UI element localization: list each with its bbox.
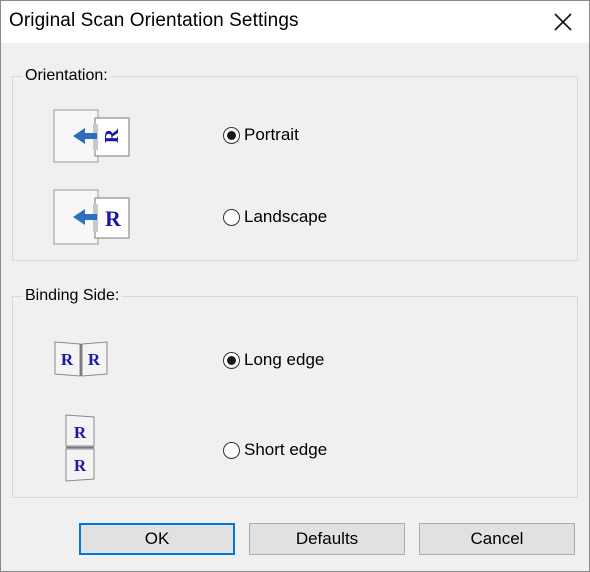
long-edge-glyph-right: R bbox=[88, 350, 101, 369]
cancel-button[interactable]: Cancel bbox=[419, 523, 575, 555]
defaults-button[interactable]: Defaults bbox=[249, 523, 405, 555]
ok-button[interactable]: OK bbox=[79, 523, 235, 555]
landscape-radio[interactable]: Landscape bbox=[223, 207, 327, 227]
short-edge-radio[interactable]: Short edge bbox=[223, 440, 327, 460]
svg-text:R: R bbox=[74, 456, 87, 475]
title-bar: Original Scan Orientation Settings bbox=[1, 1, 589, 43]
long-edge-radio-dot bbox=[227, 355, 236, 365]
short-edge-glyph-top: R bbox=[74, 423, 87, 442]
short-edge-binding-icon: R R bbox=[63, 413, 99, 488]
svg-text:R: R bbox=[61, 350, 74, 369]
portrait-glyph: R bbox=[101, 128, 123, 143]
svg-text:R: R bbox=[101, 128, 123, 143]
close-button[interactable] bbox=[541, 5, 585, 39]
long-edge-radio[interactable]: Long edge bbox=[223, 350, 324, 370]
portrait-radio[interactable]: Portrait bbox=[223, 125, 299, 145]
binding-side-label: Binding Side: bbox=[22, 287, 123, 305]
svg-text:R: R bbox=[74, 423, 87, 442]
svg-text:R: R bbox=[88, 350, 101, 369]
landscape-scan-icon: R bbox=[53, 188, 133, 251]
close-icon bbox=[554, 13, 572, 31]
long-edge-label: Long edge bbox=[244, 350, 325, 369]
portrait-radio-dot bbox=[227, 130, 236, 140]
landscape-glyph: R bbox=[105, 206, 122, 231]
dialog-window: Original Scan Orientation Settings Orien… bbox=[0, 0, 590, 572]
long-edge-radio-circle bbox=[223, 351, 240, 369]
dialog-title: Original Scan Orientation Settings bbox=[9, 10, 299, 31]
landscape-label: Landscape bbox=[244, 207, 328, 226]
portrait-scan-icon: R bbox=[53, 108, 133, 169]
short-edge-label: Short edge bbox=[244, 440, 328, 459]
svg-text:R: R bbox=[105, 206, 122, 231]
long-edge-glyph-left: R bbox=[61, 350, 74, 369]
long-edge-binding-icon: R R bbox=[53, 338, 109, 385]
portrait-radio-circle bbox=[223, 126, 240, 144]
landscape-radio-circle bbox=[223, 208, 240, 226]
short-edge-glyph-bottom: R bbox=[74, 456, 87, 475]
portrait-label: Portrait bbox=[244, 125, 299, 144]
short-edge-radio-circle bbox=[223, 441, 240, 459]
orientation-label: Orientation: bbox=[22, 67, 111, 85]
